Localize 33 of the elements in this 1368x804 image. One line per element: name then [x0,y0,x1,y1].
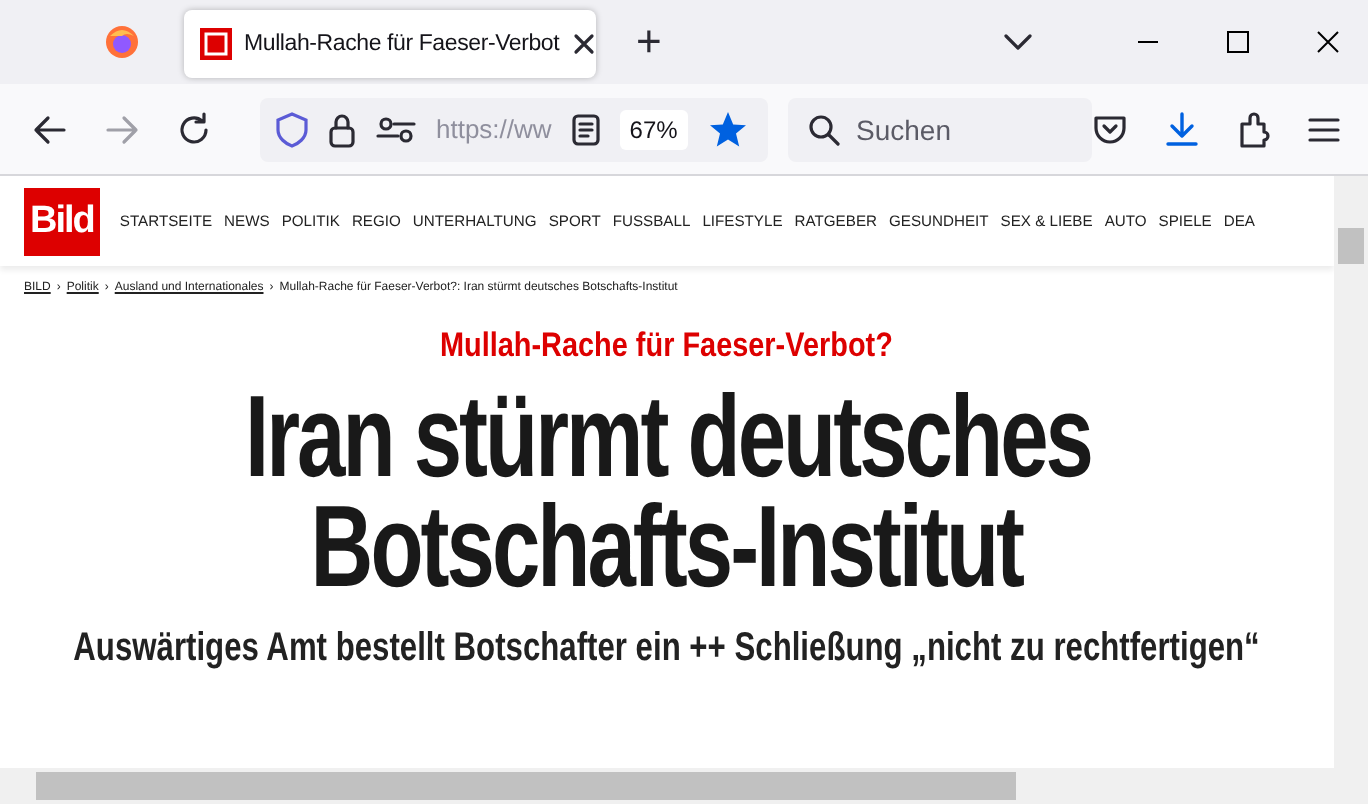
pocket-icon[interactable] [1092,113,1128,145]
article-subheadline: Auswärtiges Amt bestellt Botschafter ein ++ Schließung „nicht zu rechtfertigen“ [73,626,1261,672]
firefox-icon[interactable] [104,24,140,60]
new-tab-button[interactable]: + [636,16,662,68]
vertical-scrollbar[interactable] [1334,176,1368,768]
reader-view-icon[interactable] [571,113,600,145]
menu-icon[interactable] [1308,115,1340,143]
article-headline: Botschafts-Institut [311,488,1023,598]
search-field[interactable]: Suchen [788,97,1092,161]
back-arrow-icon[interactable] [32,113,68,145]
chevron-down-icon[interactable] [1004,32,1032,52]
article-headline: Iran stürmt deutsches [244,378,1090,488]
download-icon[interactable] [1164,111,1200,147]
maximize-icon[interactable] [1226,30,1250,54]
url-text: https://ww [436,114,552,144]
close-icon[interactable] [571,32,596,56]
browser-tab[interactable]: Mullah-Rache für Faeser-Verbot [184,10,596,78]
star-icon[interactable] [707,109,748,149]
puzzle-piece-icon[interactable] [1236,111,1272,147]
sliders-icon[interactable] [376,115,416,143]
forward-arrow-icon [104,113,140,145]
site-logo[interactable]: Bild [24,187,100,255]
address-bar[interactable]: https://ww 67% [260,97,768,161]
lock-icon [328,111,356,147]
close-icon[interactable] [1316,30,1340,54]
reload-icon[interactable] [176,111,212,147]
article-kicker: Mullah-Rache für Faeser-Verbot? [440,326,894,366]
site-favicon-icon [200,28,232,60]
horizontal-scrollbar[interactable] [0,768,1368,804]
search-icon [808,113,840,145]
tab-title: Mullah-Rache für Faeser-Verbot [244,32,560,56]
shield-icon [276,111,308,147]
zoom-level-button[interactable]: 67% [619,109,688,149]
